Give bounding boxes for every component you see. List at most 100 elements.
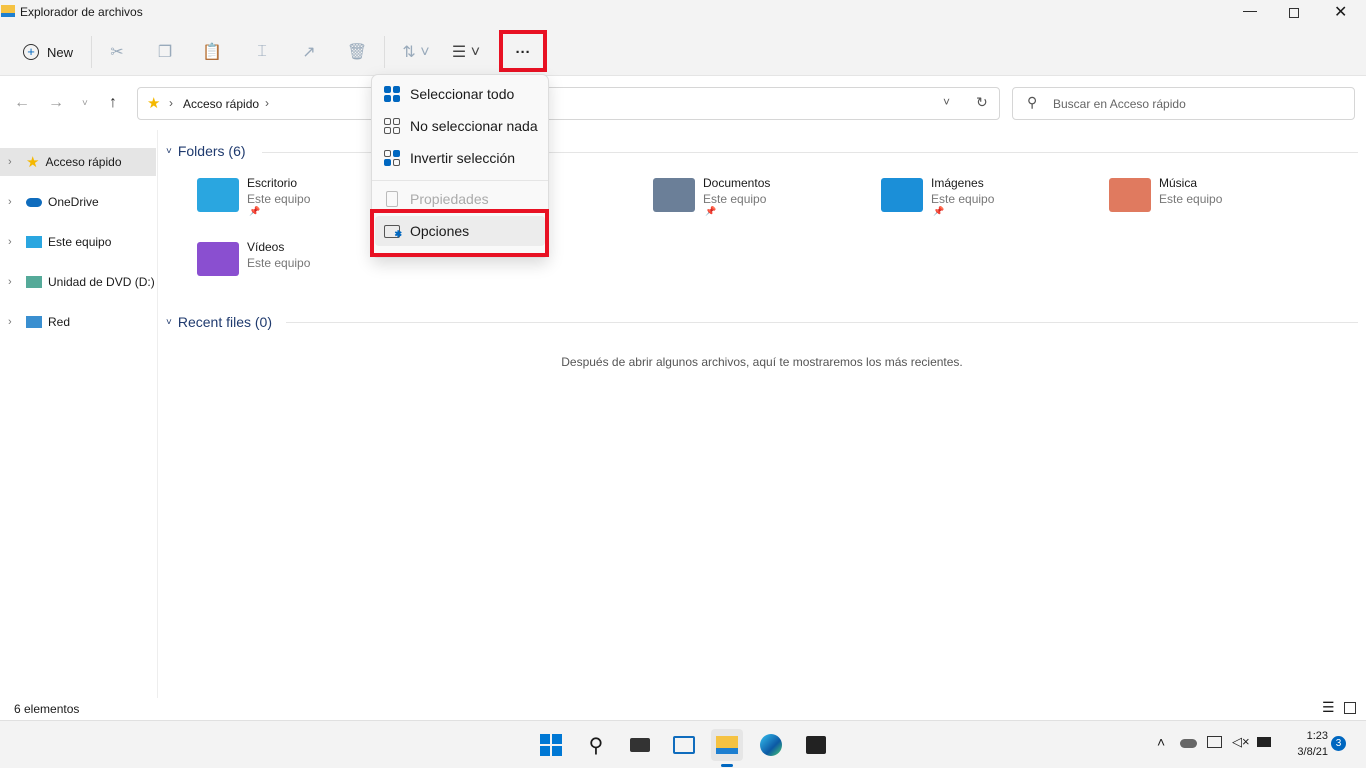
share-button[interactable]: ↗ bbox=[297, 38, 321, 66]
breadcrumb-chevron: › bbox=[169, 96, 173, 110]
music-folder-icon bbox=[1109, 178, 1151, 212]
folder-name: Documentos bbox=[703, 176, 771, 190]
search-button[interactable]: ⚲ bbox=[580, 729, 612, 761]
taskbar: ⚲ ˄ ◁× 1:23 3/8/21 3 bbox=[0, 720, 1366, 768]
menu-item-select-none[interactable]: No seleccionar nada bbox=[375, 111, 545, 141]
cut-button[interactable]: ✂ bbox=[105, 38, 129, 66]
chevron-right-icon[interactable]: › bbox=[8, 196, 20, 208]
desktop-folder-icon bbox=[197, 178, 239, 212]
window-title: Explorador de archivos bbox=[20, 5, 143, 19]
new-button[interactable]: + New bbox=[20, 38, 76, 66]
navigation-pane: › ★ Acceso rápido › OneDrive › Este equipo ›… bbox=[0, 130, 158, 698]
up-button[interactable]: ↑ bbox=[109, 94, 117, 112]
maximize-button[interactable] bbox=[1289, 8, 1299, 18]
sidebar-item-label: Unidad de DVD (D:) C bbox=[48, 275, 156, 289]
menu-item-invert-selection[interactable]: Invertir selección bbox=[375, 143, 545, 173]
recent-section-header[interactable]: ˅ Recent files (0) bbox=[166, 314, 272, 330]
videos-folder-icon bbox=[197, 242, 239, 276]
folders-section-header[interactable]: ˅ Folders (6) bbox=[166, 143, 246, 159]
computer-icon bbox=[26, 236, 42, 248]
forward-button[interactable]: → bbox=[48, 94, 64, 112]
breadcrumb-chevron[interactable]: › bbox=[265, 96, 269, 110]
copy-button[interactable]: ❐ bbox=[153, 38, 177, 66]
chevron-right-icon[interactable]: › bbox=[8, 156, 20, 168]
search-icon: ⚲ bbox=[1027, 94, 1038, 110]
paste-button[interactable]: 📋 bbox=[200, 38, 224, 66]
chevron-down-icon[interactable]: ˅ bbox=[943, 95, 950, 109]
start-button[interactable] bbox=[535, 729, 567, 761]
clock-time[interactable]: 1:23 bbox=[1296, 730, 1328, 742]
cut-icon: ✂ bbox=[110, 44, 124, 61]
sort-button[interactable]: ⇅ ˅ bbox=[397, 38, 435, 66]
sidebar-item-label: OneDrive bbox=[48, 195, 99, 209]
pin-icon: 📌 bbox=[705, 206, 717, 216]
star-icon: ★ bbox=[26, 154, 40, 171]
back-button[interactable]: ← bbox=[14, 94, 30, 112]
notification-badge[interactable]: 3 bbox=[1331, 736, 1346, 751]
onedrive-cloud-icon[interactable] bbox=[1180, 739, 1197, 748]
dvd-drive-icon bbox=[26, 276, 42, 288]
menu-item-select-all[interactable]: Seleccionar todo bbox=[375, 79, 545, 109]
folder-item[interactable]: Música Este equipo bbox=[1109, 176, 1309, 226]
tiles-view-icon[interactable] bbox=[1344, 702, 1356, 714]
highlight-box bbox=[499, 30, 547, 72]
sidebar-item-acceso-rapido[interactable]: › ★ Acceso rápido bbox=[0, 148, 156, 176]
folder-location: Este equipo bbox=[1159, 192, 1223, 206]
divider bbox=[91, 36, 92, 68]
recent-locations-button[interactable]: ˅ bbox=[82, 98, 88, 109]
properties-icon bbox=[386, 191, 398, 207]
chevron-right-icon[interactable]: › bbox=[8, 276, 20, 288]
network-icon bbox=[26, 316, 42, 328]
store-button[interactable] bbox=[800, 729, 832, 761]
folder-location: Este equipo bbox=[931, 192, 995, 206]
store-icon bbox=[806, 736, 826, 754]
delete-button[interactable]: 🗑 bbox=[345, 38, 369, 66]
sidebar-item-dvd[interactable]: › Unidad de DVD (D:) C bbox=[0, 268, 156, 296]
chevron-up-icon[interactable]: ˄ bbox=[1157, 734, 1165, 750]
breadcrumb-item[interactable]: Acceso rápido bbox=[183, 97, 259, 111]
sidebar-item-label: Red bbox=[48, 315, 71, 329]
close-button[interactable]: ✕ bbox=[1334, 2, 1347, 22]
section-title: Recent files (0) bbox=[177, 314, 272, 330]
menu-divider bbox=[372, 180, 548, 181]
folder-item[interactable]: Documentos Este equipo 📌 bbox=[653, 176, 853, 226]
edge-button[interactable] bbox=[755, 729, 787, 761]
pin-icon: 📌 bbox=[249, 206, 261, 216]
folder-item[interactable]: Escritorio Este equipo 📌 bbox=[197, 176, 397, 226]
view-button[interactable]: ☰ ˅ bbox=[447, 38, 485, 66]
rename-button[interactable]: ⌶ bbox=[250, 38, 274, 66]
network-icon[interactable] bbox=[1207, 736, 1222, 748]
search-placeholder: Buscar en Acceso rápido bbox=[1053, 97, 1186, 111]
folder-name: Escritorio bbox=[247, 176, 298, 190]
folder-item[interactable]: Imágenes Este equipo 📌 bbox=[881, 176, 1081, 226]
refresh-icon[interactable]: ↻ bbox=[976, 94, 988, 111]
volume-muted-icon[interactable]: ◁× bbox=[1232, 734, 1250, 750]
clock-date[interactable]: 3/8/21 bbox=[1286, 746, 1328, 758]
details-view-icon[interactable]: ☰ bbox=[1322, 699, 1335, 716]
widgets-button[interactable] bbox=[668, 729, 700, 761]
file-explorer-button[interactable] bbox=[711, 729, 743, 761]
active-indicator bbox=[721, 764, 733, 767]
title-bar: Explorador de archivos — ✕ bbox=[0, 0, 1366, 28]
widgets-icon bbox=[673, 736, 695, 754]
pin-icon: 📌 bbox=[933, 206, 945, 216]
select-none-icon bbox=[384, 118, 400, 134]
item-count: 6 elementos bbox=[14, 702, 80, 716]
chevron-down-icon: ˅ bbox=[166, 316, 172, 328]
folder-item[interactable]: Vídeos Este equipo bbox=[197, 240, 397, 290]
new-label: New bbox=[46, 44, 73, 60]
search-input[interactable]: ⚲ Buscar en Acceso rápido bbox=[1012, 87, 1355, 120]
section-title: Folders (6) bbox=[177, 143, 246, 159]
sidebar-item-este-equipo[interactable]: › Este equipo bbox=[0, 228, 156, 256]
rename-icon: ⌶ bbox=[257, 43, 267, 60]
sidebar-item-onedrive[interactable]: › OneDrive bbox=[0, 188, 156, 216]
chevron-right-icon[interactable]: › bbox=[8, 236, 20, 248]
chevron-right-icon[interactable]: › bbox=[8, 316, 20, 328]
minimize-button[interactable]: — bbox=[1243, 2, 1257, 18]
battery-charging-icon[interactable] bbox=[1257, 737, 1271, 747]
task-view-button[interactable] bbox=[624, 729, 656, 761]
divider bbox=[286, 322, 1358, 323]
sidebar-item-red[interactable]: › Red bbox=[0, 308, 156, 336]
address-bar[interactable]: ★ › Acceso rápido › ˅ ↻ bbox=[137, 87, 1000, 120]
plus-circle-icon: + bbox=[22, 44, 39, 60]
